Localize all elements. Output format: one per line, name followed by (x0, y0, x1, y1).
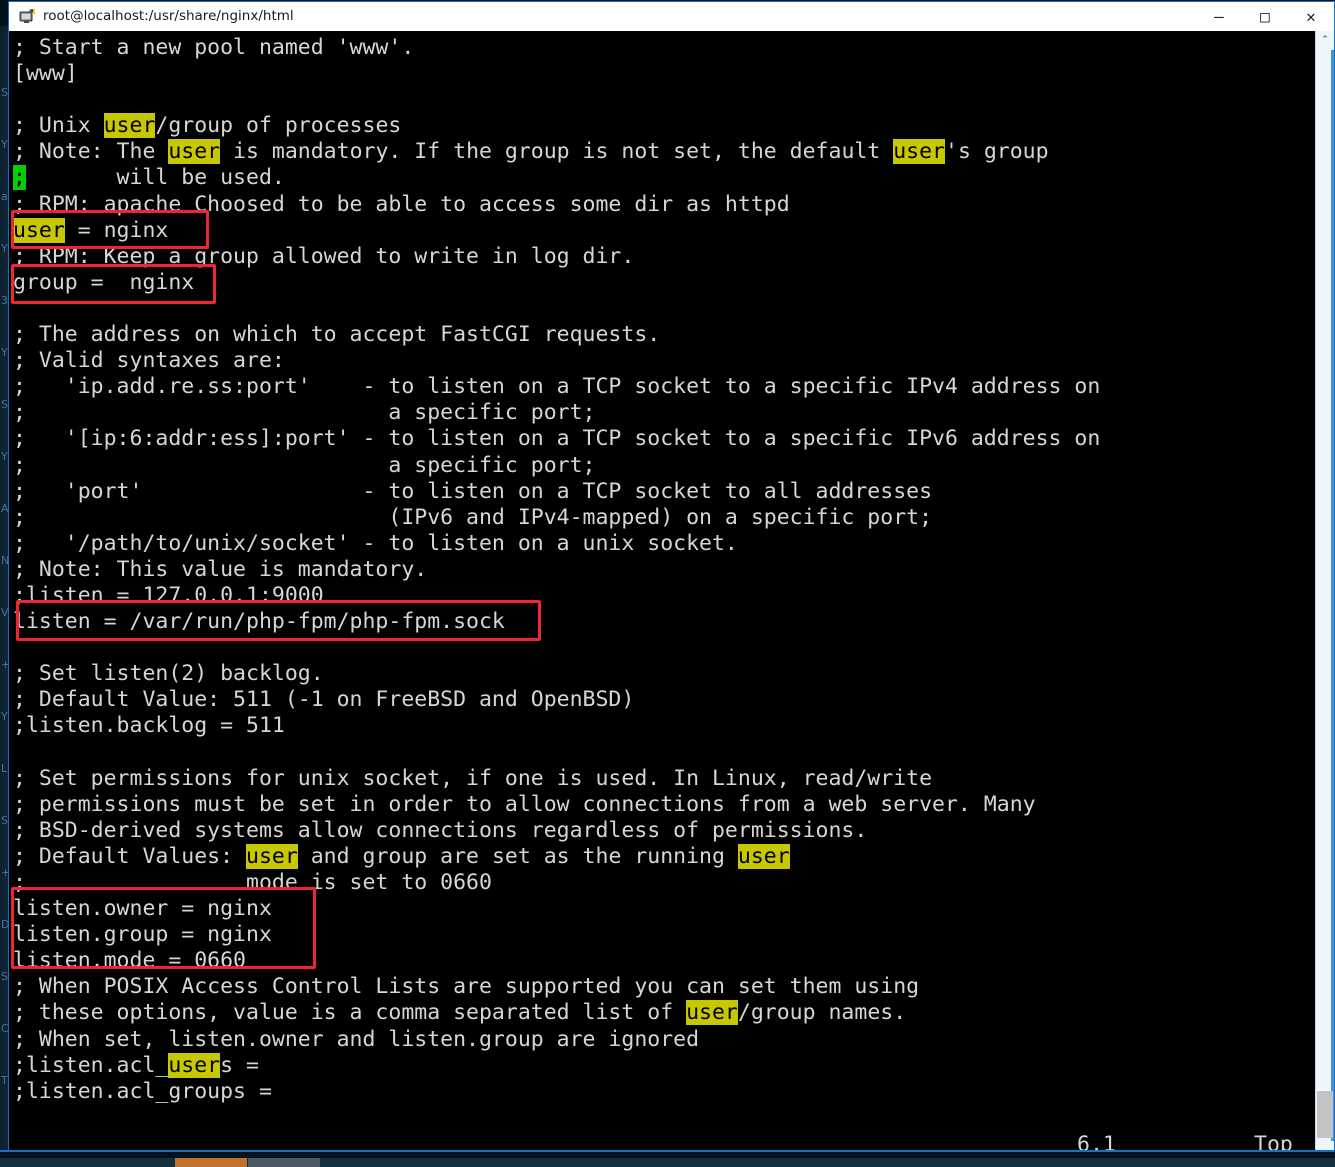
search-match: user (893, 139, 945, 165)
editor-line: listen.owner = nginx (13, 896, 272, 922)
editor-line: ; RPM: apache Choosed to be able to acce… (13, 191, 790, 217)
editor-line: [www] (13, 61, 78, 87)
search-match: user (686, 1000, 738, 1026)
taskbar-top-edge (0, 1150, 1335, 1152)
minimize-button[interactable]: — (1196, 2, 1242, 31)
scroll-up-arrow-icon[interactable]: ⌃ (1316, 31, 1334, 50)
editor-line: ;listen.backlog = 511 (13, 713, 285, 739)
editor-line: ;listen.acl_users = (13, 1052, 259, 1078)
terminal-window: root@localhost:/usr/share/nginx/html — □… (8, 1, 1335, 1161)
search-match: user (168, 1052, 221, 1078)
editor-line: ; '[ip:6:addr:ess]:port' - to listen on … (13, 426, 1101, 452)
editor-line: ; permissions must be set in order to al… (13, 791, 1036, 817)
editor-line: ; Default Values: user and group are set… (13, 843, 790, 869)
editor-line: ;listen.acl_groups = (13, 1078, 272, 1104)
editor-line: ;listen = 127.0.0.1:9000 (13, 582, 324, 608)
editor-line: ; Set listen(2) backlog. (13, 661, 324, 687)
editor-line: ; these options, value is a comma separa… (13, 1000, 907, 1026)
editor-line: ; Set permissions for unix socket, if on… (13, 765, 933, 791)
scrollbar-accent (1331, 31, 1334, 1160)
search-match: user (168, 139, 221, 165)
editor-line: ; The address on which to accept FastCGI… (13, 322, 661, 348)
editor-line: ; 'port' - to listen on a TCP socket to … (13, 478, 933, 504)
editor-line: ; When set, listen.owner and listen.grou… (13, 1026, 700, 1052)
editor-line: ; will be used. (13, 165, 285, 191)
editor-line: user = nginx (13, 217, 169, 243)
search-match: user (737, 843, 790, 869)
text-cursor: ; (13, 165, 26, 191)
scrollbar-thumb[interactable] (1317, 1091, 1333, 1138)
taskbar-item-active[interactable] (175, 1158, 247, 1167)
editor-text: ; Start a new pool named 'www'. [www] ; U… (13, 35, 1315, 1105)
editor-line: ; Valid syntaxes are: (13, 348, 285, 374)
window-title: root@localhost:/usr/share/nginx/html (43, 8, 294, 24)
editor-line: ; (IPv6 and IPv4-mapped) on a specific p… (13, 504, 933, 530)
search-match: user (246, 843, 298, 869)
search-match: user (103, 113, 156, 139)
editor-line: listen.mode = 0660 (13, 948, 246, 974)
editor-line: ; mode is set to 0660 (13, 870, 492, 895)
vertical-scrollbar[interactable]: ⌃ ⌄ (1315, 31, 1334, 1160)
editor-line: ; Start a new pool named 'www'. (13, 35, 415, 60)
maximize-button[interactable]: □ (1242, 2, 1288, 31)
close-button[interactable]: ✕ (1288, 2, 1334, 31)
editor-line: ; Default Value: 511 (-1 on FreeBSD and … (13, 687, 635, 713)
terminal-shortcut-icon (18, 8, 36, 26)
editor-viewport[interactable]: ; Start a new pool named 'www'. [www] ; U… (9, 31, 1315, 1160)
title-bar[interactable]: root@localhost:/usr/share/nginx/html — □… (9, 2, 1334, 32)
editor-line: group = nginx (13, 269, 195, 295)
terminal-body[interactable]: ; Start a new pool named 'www'. [www] ; U… (9, 31, 1334, 1160)
search-match: user (13, 217, 65, 243)
editor-line: ; 'ip.add.re.ss:port' - to listen on a T… (13, 374, 1101, 400)
editor-line: ; When POSIX Access Control Lists are su… (13, 974, 920, 1000)
editor-line: ; BSD-derived systems allow connections … (13, 817, 868, 843)
editor-line: ; a specific port; (13, 400, 596, 426)
editor-line: ; '/path/to/unix/socket' - to listen on … (13, 530, 738, 556)
editor-line: ; Note: The user is mandatory. If the gr… (13, 139, 1049, 165)
editor-line: ; Unix user/group of processes (13, 113, 402, 139)
editor-line: ; a specific port; (13, 452, 596, 478)
editor-line: ; Note: This value is mandatory. (13, 556, 428, 582)
taskbar[interactable] (0, 1150, 1335, 1167)
editor-line: ; RPM: Keep a group allowed to write in … (13, 243, 635, 269)
editor-line: listen = /var/run/php-fpm/php-fpm.sock (13, 609, 505, 635)
editor-line: listen.group = nginx (13, 922, 272, 948)
taskbar-item[interactable] (248, 1158, 320, 1167)
